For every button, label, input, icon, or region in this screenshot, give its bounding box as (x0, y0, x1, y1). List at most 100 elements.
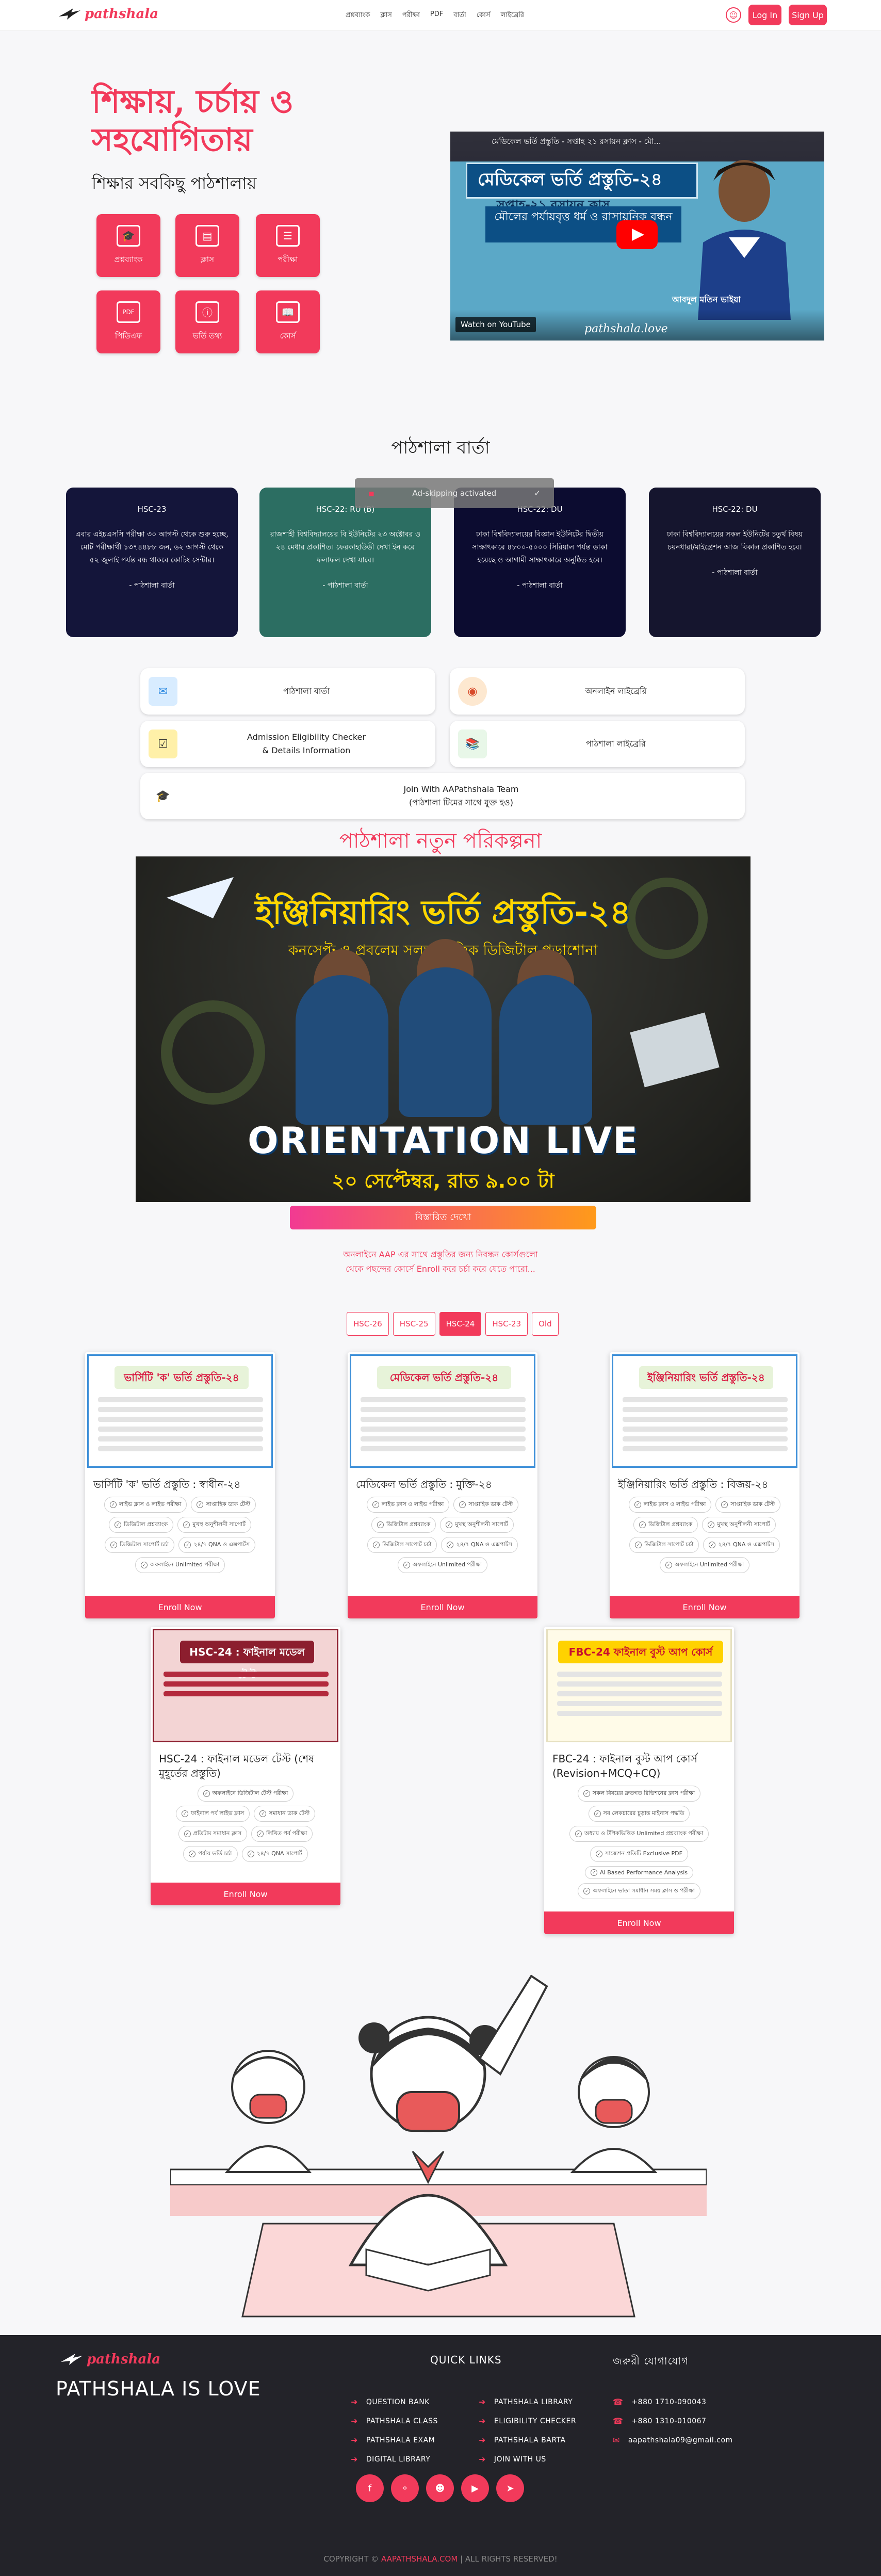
feature-text: ডিজিটাল প্রশ্নব্যাংক (124, 1521, 168, 1528)
footer-link-digital-library[interactable]: ➜ DIGITAL LIBRARY (351, 2454, 430, 2464)
graduation-cap-icon: 🎓 (117, 224, 140, 247)
tab-hsc-25[interactable]: HSC-25 (393, 1312, 435, 1336)
watch-on-youtube-button[interactable]: Watch on YouTube (455, 317, 536, 332)
tab-hsc-23[interactable]: HSC-23 (485, 1312, 528, 1336)
barta-card[interactable]: HSC-22: RU (B) রাজশাহী বিশ্ববিদ্যালয়ের … (259, 488, 431, 637)
login-button[interactable]: Log In (748, 5, 781, 25)
course-card[interactable]: ভার্সিটি 'ক' ভর্তি প্রস্তুতি-২৪ ভার্সিটি… (85, 1352, 275, 1618)
tile-exam[interactable]: ☰ পরীক্ষা (256, 214, 320, 277)
check-icon: ✓ (109, 1501, 117, 1508)
footer-link-barta[interactable]: ➜ PATHSHALA BARTA (479, 2435, 566, 2445)
tab-hsc-24[interactable]: HSC-24 (439, 1312, 482, 1336)
check-icon: ✓ (183, 1521, 190, 1528)
course-features: ✓ লাইভ ক্লাস ও লাইভ পরীক্ষা ✓ সাপ্তাহিক ডা… (85, 1497, 275, 1573)
link-card-barta[interactable]: ✉ পাঠশালা বার্তা (140, 668, 435, 715)
nav-link-questionbank[interactable]: প্রশ্নব্যাংক (346, 10, 370, 21)
youtube-video-embed[interactable]: মেডিকেল ভর্তি প্রস্তুতি - সপ্তাহ ২১ রসায… (450, 132, 824, 341)
check-icon: ✓ (583, 1790, 590, 1797)
batch-tabs: HSC-26 HSC-25 HSC-24 HSC-23 Old (347, 1312, 559, 1336)
barta-card[interactable]: HSC-22: DU ঢাকা বিশ্ববিদ্যালয়ের বিজ্ঞান… (454, 488, 626, 637)
copyright-site-link[interactable]: AAPATHSHALA.COM (381, 2554, 458, 2564)
enroll-button[interactable]: Enroll Now (151, 1883, 340, 1905)
link-card-eligibility[interactable]: ☑ Admission Eligibility Checker & Detail… (140, 721, 435, 767)
exam-paper-icon: ☰ (276, 224, 300, 247)
tile-course[interactable]: 📖 কোর্স (256, 290, 320, 353)
link-card-label: Join With AAPathshala Team (পাঠশালা টিমে… (403, 784, 519, 807)
feature-pill: ✓ সাজেশন প্রতিটি Exclusive PDF (590, 1846, 688, 1862)
nav-link-barta[interactable]: বার্তা (453, 10, 466, 21)
youtube-icon[interactable]: ▶ (461, 2474, 489, 2502)
enroll-button[interactable]: Enroll Now (348, 1596, 537, 1618)
feature-pill: ✓ ২৪/৭ QNA ও এক্সপার্টস (703, 1537, 780, 1553)
user-icon[interactable]: ☺ (726, 7, 741, 23)
check-icon: ✓ (259, 1810, 267, 1817)
group-icon[interactable]: ☻ (426, 2474, 454, 2502)
teacher-1-body (296, 975, 388, 1125)
tile-questionbank[interactable]: 🎓 প্রশ্নব্যাংক (96, 214, 160, 277)
nav-link-class[interactable]: ক্লাস (380, 10, 392, 21)
footer-link-class[interactable]: ➜ PATHSHALA CLASS (351, 2416, 438, 2426)
feature-text: অফলাইনে Unlimited পরীক্ষা (674, 1561, 744, 1568)
feature-text: ডিজিটাল সাপোর্ট চর্চা (644, 1541, 694, 1548)
tile-pdf[interactable]: PDF পিডিএফ (96, 290, 160, 353)
check-icon: ✓ (197, 1501, 204, 1508)
check-icon: ✓ (447, 1542, 454, 1548)
link-card-online-library[interactable]: ◉ অনলাইন লাইব্রেরি (450, 668, 745, 715)
course-thumb-list (98, 1397, 263, 1456)
view-details-button[interactable]: বিস্তারিত দেখো (290, 1206, 596, 1229)
nav-link-pdf[interactable]: PDF (430, 10, 443, 21)
nav-link-course[interactable]: কোর্স (477, 10, 491, 21)
nav-link-library[interactable]: লাইব্রেরি (501, 10, 525, 21)
engineering-orientation-banner[interactable]: ইঞ্জিনিয়ারিং ভর্তি প্রস্তুতি-২৪ কনসেপ্ট… (136, 856, 751, 1202)
footer-link-join[interactable]: ➜ JOIN WITH US (479, 2454, 546, 2464)
tile-class[interactable]: ▤ ক্লাস (175, 214, 239, 277)
contact-phone-1[interactable]: ☎ +880 1710-090043 (613, 2397, 706, 2407)
tab-old[interactable]: Old (532, 1312, 559, 1336)
check-icon: ✓ (377, 1521, 384, 1528)
mail-icon: ✉ (149, 677, 177, 706)
tab-hsc-26[interactable]: HSC-26 (347, 1312, 389, 1336)
contact-phone-2[interactable]: ☎ +880 1310-010067 (613, 2416, 706, 2426)
course-card[interactable]: FBC-24 ফাইনাল বুস্ট আপ কোর্স FBC-24 : ফা… (544, 1627, 734, 1934)
nav-link-exam[interactable]: পরীক্ষা (402, 10, 420, 21)
footer-link-text: DIGITAL LIBRARY (366, 2455, 431, 2464)
course-card[interactable]: ইঞ্জিনিয়ারিং ভর্তি প্রস্তুতি-২৪ ইঞ্জিনি… (610, 1352, 800, 1618)
footer-link-exam[interactable]: ➜ PATHSHALA EXAM (351, 2435, 435, 2445)
check-icon: ✓ (594, 1810, 601, 1817)
telegram-icon[interactable]: ➤ (496, 2474, 524, 2502)
check-icon: ✓ (110, 1542, 118, 1548)
barta-card[interactable]: HSC-23 এবার এইচএসসি পরীক্ষা ৩০ আগস্ট থেক… (66, 488, 238, 637)
feature-text: অফলাইনে ভাতা সমাধান সময় ক্লাস ও পরীক্ষা (593, 1887, 695, 1894)
check-icon: ✓ (257, 1830, 264, 1837)
messenger-icon[interactable]: ⚬ (391, 2474, 419, 2502)
footer-link-library[interactable]: ➜ PATHSHALA LIBRARY (479, 2397, 573, 2407)
tile-admission-info[interactable]: ⓘ ভর্তি তথ্য (175, 290, 239, 353)
enroll-button[interactable]: Enroll Now (85, 1596, 275, 1618)
barta-section-title: পাঠশালা বার্তা (391, 438, 490, 458)
link-card-join-team[interactable]: 🎓 Join With AAPathshala Team (পাঠশালা টি… (140, 773, 745, 819)
facebook-icon[interactable]: f (356, 2474, 384, 2502)
signup-button[interactable]: Sign Up (789, 5, 827, 25)
team-icon: 🎓 (149, 782, 177, 811)
arrow-right-icon: ➜ (479, 2416, 486, 2426)
barta-card[interactable]: HSC-22: DU ঢাকা বিশ্ববিদ্যালয়ের সকল ইউন… (649, 488, 821, 637)
course-card[interactable]: মেডিকেল ভর্তি প্রস্তুতি-২৪ মেডিকেল ভর্তি… (348, 1352, 537, 1618)
video-caption: মেডিকেল ভর্তি প্রস্তুতি - সপ্তাহ ২১ রসায… (492, 137, 661, 146)
check-icon: ✓ (665, 1562, 672, 1568)
footer-logo[interactable]: pathshala (60, 2352, 160, 2367)
check-icon: ✓ (189, 1851, 196, 1857)
enroll-button[interactable]: Enroll Now (610, 1596, 800, 1618)
course-card[interactable]: HSC-24 : ফাইনাল মডেল টেস্ট HSC-24 : ফাইন… (151, 1627, 340, 1905)
enroll-button[interactable]: Enroll Now (544, 1911, 734, 1934)
play-icon[interactable] (616, 220, 658, 249)
check-icon: ✓ (459, 1501, 466, 1508)
feature-text: সাপ্তাহিক ডাক টেস্ট (206, 1501, 251, 1508)
site-logo[interactable]: pathshala (58, 6, 158, 22)
contact-email[interactable]: ✉ aapathshala09@gmail.com (613, 2435, 733, 2445)
video-title: মেডিকেল ভর্তি প্রস্তুতি-২৪ (466, 163, 698, 199)
footer-link-eligibility[interactable]: ➜ ELIGIBILITY CHECKER (479, 2416, 576, 2426)
book-open-icon: 📖 (276, 301, 300, 323)
barta-card-footer: - পাঠশালা বার্তা (712, 569, 758, 577)
link-card-library[interactable]: 📚 পাঠশালা লাইব্রেরি (450, 721, 745, 767)
footer-link-question-bank[interactable]: ➜ QUESTION BANK (351, 2397, 430, 2407)
